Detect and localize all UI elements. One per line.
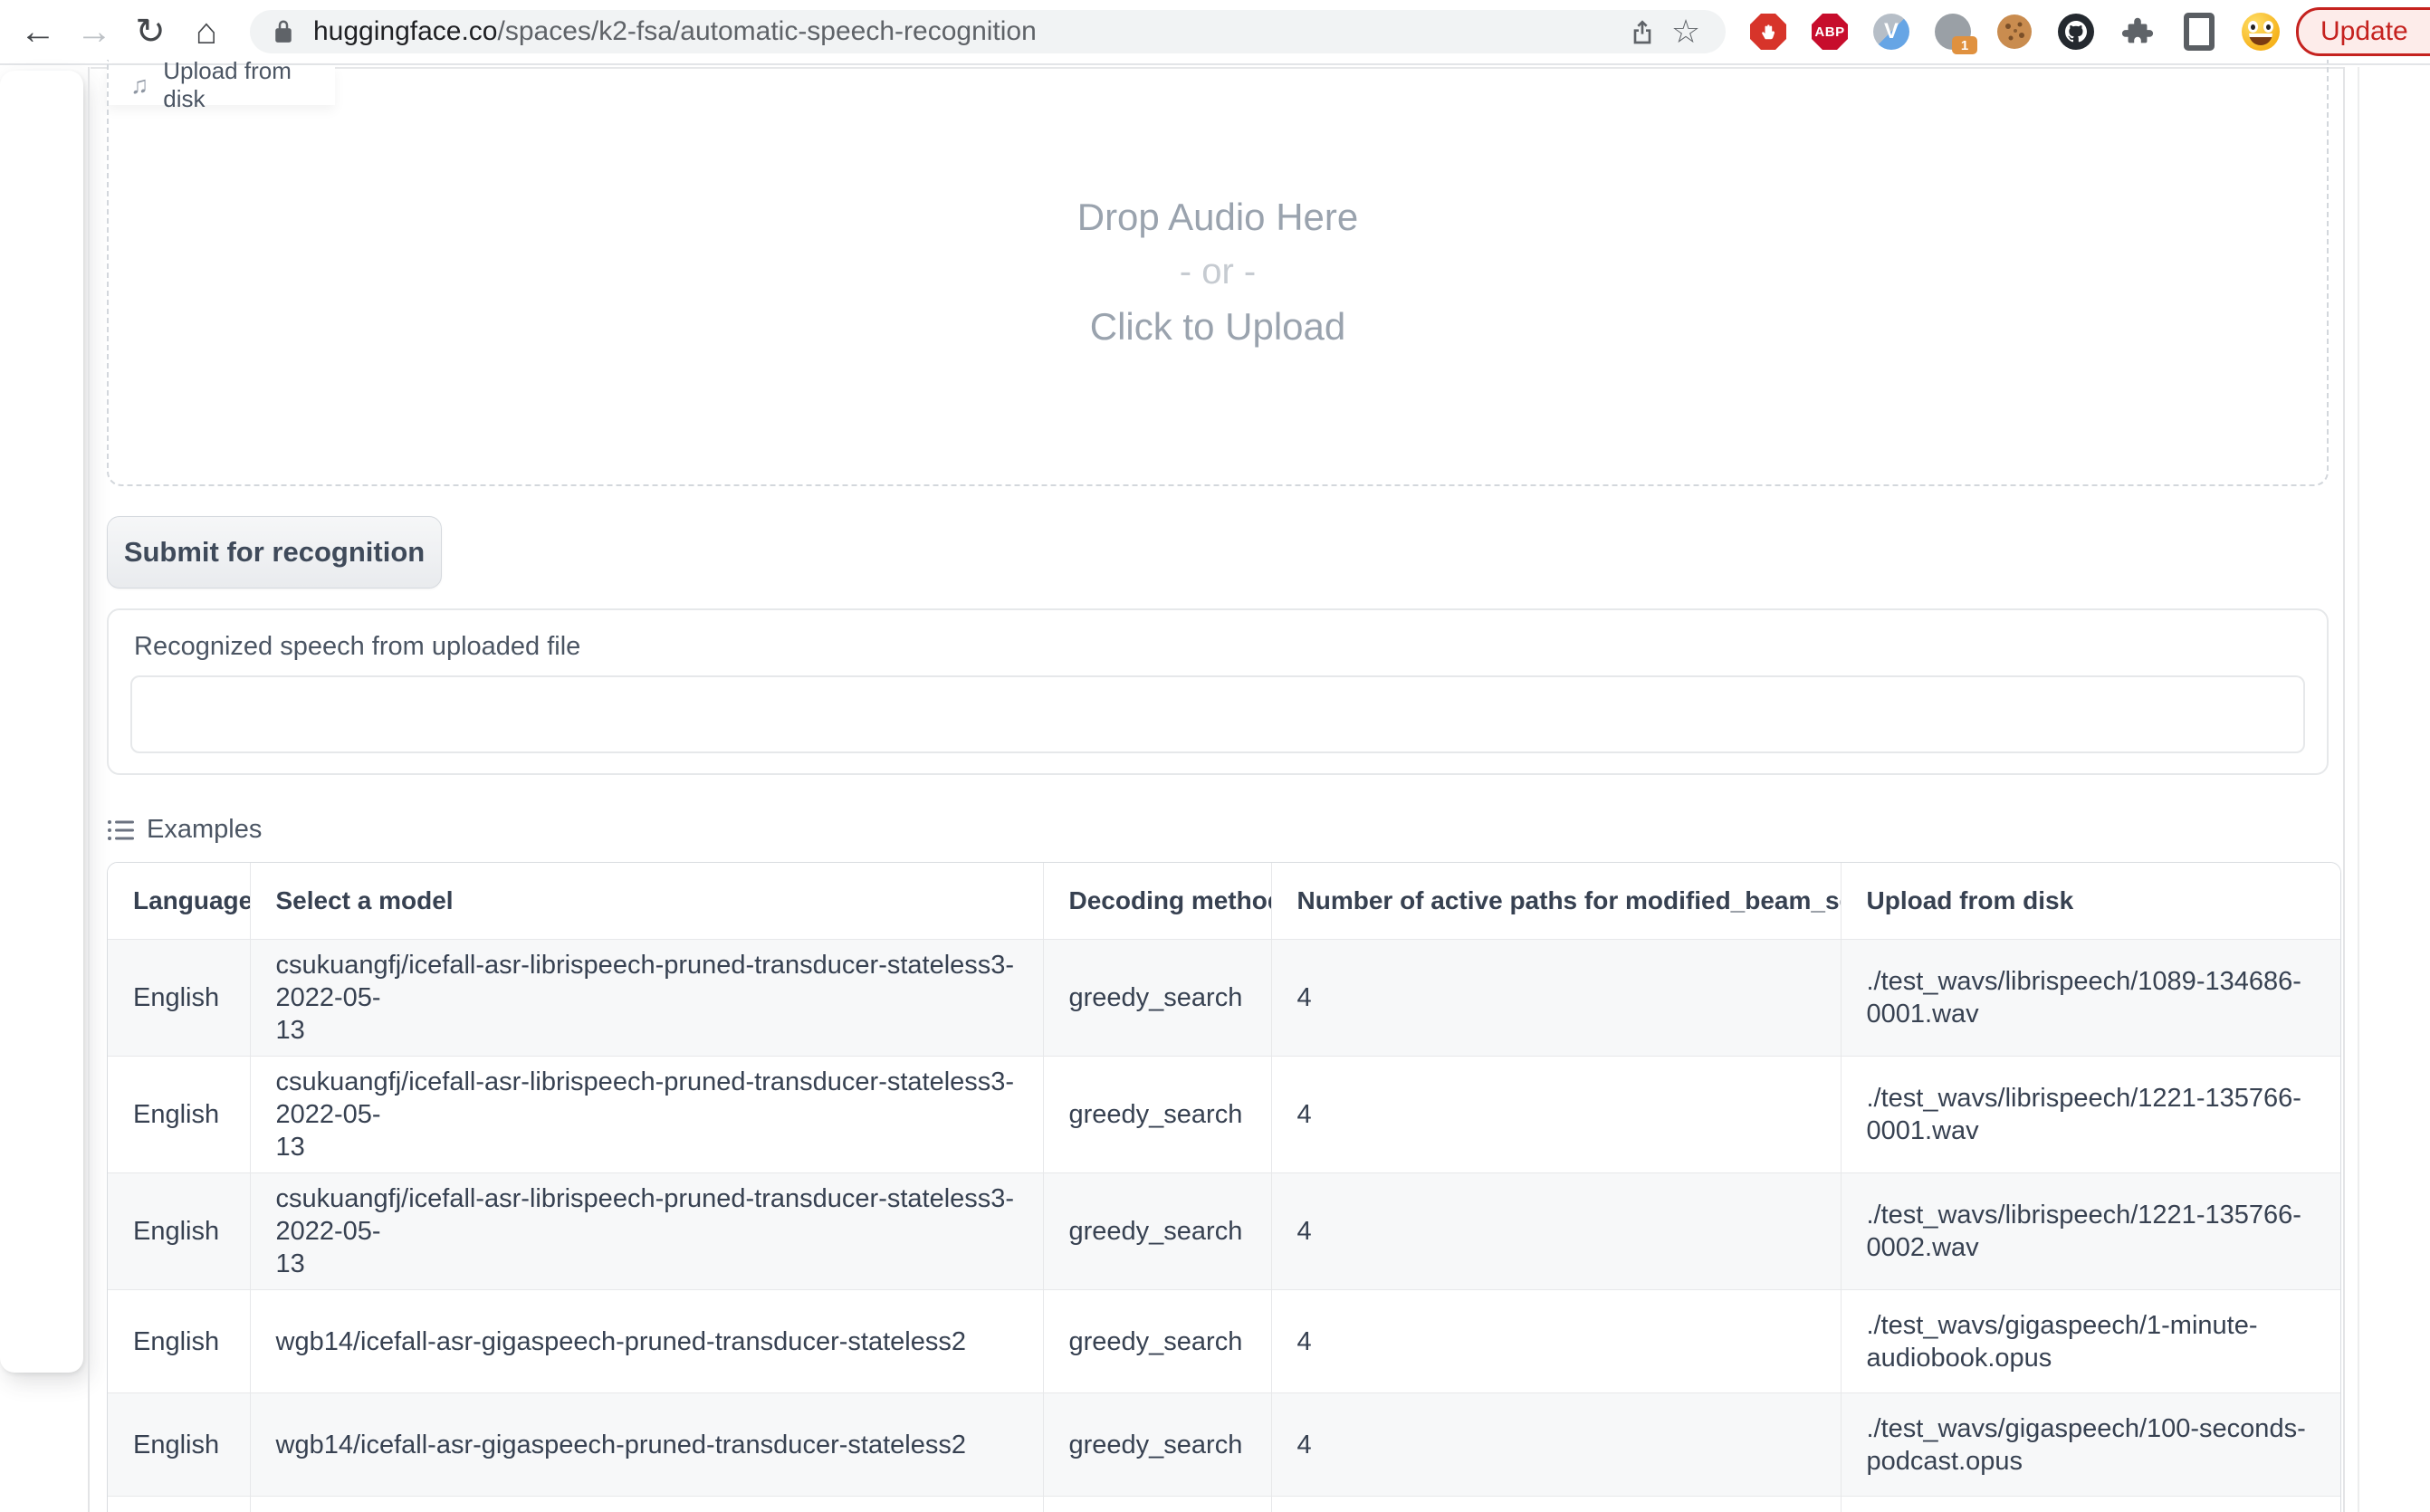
examples-header: Examples	[107, 815, 262, 845]
table-cell[interactable]: wgb14/icefall-asr-gigaspeech-pruned-tran…	[250, 1497, 1043, 1512]
reload-icon[interactable]: ↻	[127, 8, 174, 55]
table-cell[interactable]: 4	[1271, 940, 1841, 1057]
table-cell[interactable]: greedy_search	[1043, 940, 1271, 1057]
table-cell[interactable]: 4	[1271, 1290, 1841, 1393]
table-row[interactable]: Englishcsukuangfj/icefall-asr-librispeec…	[108, 940, 2340, 1057]
table-header-row: LanguageSelect a modelDecoding methodNum…	[108, 863, 2340, 940]
kebab-menu-icon[interactable]: ⋮	[2417, 17, 2430, 46]
cookie-extension-icon[interactable]	[1995, 13, 2033, 51]
extensions-row: ABP V 1	[1749, 13, 2280, 51]
url-path: /spaces/k2-fsa/automatic-speech-recognit…	[498, 16, 1037, 46]
table-cell[interactable]: English	[108, 940, 250, 1057]
content-right-border	[2343, 67, 2345, 1512]
bookmark-star-icon[interactable]: ☆	[1664, 10, 1708, 53]
vimium-label: V	[1884, 19, 1899, 44]
table-cell[interactable]: wgb14/icefall-asr-gigaspeech-pruned-tran…	[250, 1393, 1043, 1497]
home-icon[interactable]: ⌂	[183, 8, 230, 55]
audio-dropzone[interactable]: Drop Audio Here - or - Click to Upload	[107, 60, 2329, 486]
scrollbar-track	[2358, 67, 2359, 1512]
extensions-puzzle-icon[interactable]	[2119, 13, 2157, 51]
table-cell[interactable]: greedy_search	[1043, 1173, 1271, 1290]
share-icon[interactable]	[1621, 10, 1664, 53]
table-header-cell: Language	[108, 863, 250, 940]
table-header-cell: Select a model	[250, 863, 1043, 940]
content-left-border	[88, 67, 90, 1512]
table-cell[interactable]: greedy_search	[1043, 1497, 1271, 1512]
table-cell[interactable]: ./test_wavs/gigaspeech/100-seconds- yout…	[1841, 1497, 2340, 1512]
table-cell[interactable]: 4	[1271, 1173, 1841, 1290]
table-header-cell: Decoding method	[1043, 863, 1271, 940]
left-panel	[0, 71, 83, 1373]
forward-icon[interactable]: →	[71, 8, 118, 55]
table-cell[interactable]: greedy_search	[1043, 1057, 1271, 1173]
adblock-plus-extension-icon[interactable]: ABP	[1811, 13, 1849, 51]
extension-badge: 1	[1952, 36, 1977, 54]
browser-toolbar: ← → ↻ ⌂ huggingface.co/spaces/k2-fsa/aut…	[0, 0, 2430, 65]
table-cell[interactable]: csukuangfj/icefall-asr-librispeech-prune…	[250, 1057, 1043, 1173]
table-cell[interactable]: English	[108, 1173, 250, 1290]
browser-window: ← → ↻ ⌂ huggingface.co/spaces/k2-fsa/aut…	[0, 0, 2430, 1512]
url-domain: huggingface.co	[313, 16, 498, 46]
table-row[interactable]: Englishwgb14/icefall-asr-gigaspeech-prun…	[108, 1290, 2340, 1393]
table-cell[interactable]: ./test_wavs/gigaspeech/1-minute- audiobo…	[1841, 1290, 2340, 1393]
address-bar[interactable]: huggingface.co/spaces/k2-fsa/automatic-s…	[250, 10, 1726, 53]
table-cell[interactable]: csukuangfj/icefall-asr-librispeech-prune…	[250, 940, 1043, 1057]
list-icon	[107, 818, 134, 843]
notification-extension-icon[interactable]: 1	[1934, 13, 1972, 51]
abp-label: ABP	[1814, 24, 1844, 40]
examples-label: Examples	[147, 815, 262, 845]
table-cell[interactable]: English	[108, 1393, 250, 1497]
table-cell[interactable]: ./test_wavs/librispeech/1221-135766-0002…	[1841, 1173, 2340, 1290]
adblock-extension-icon[interactable]	[1749, 13, 1787, 51]
chrome-update-button[interactable]: Update ⋮	[2296, 7, 2430, 56]
table-cell[interactable]: ./test_wavs/librispeech/1221-135766-0001…	[1841, 1057, 2340, 1173]
table-row[interactable]: Englishwgb14/icefall-asr-gigaspeech-prun…	[108, 1497, 2340, 1512]
github-extension-icon[interactable]	[2057, 13, 2095, 51]
vimium-extension-icon[interactable]: V	[1872, 13, 1910, 51]
table-header-cell: Upload from disk	[1841, 863, 2340, 940]
table-header-cell: Number of active paths for modified_beam…	[1271, 863, 1841, 940]
table-row[interactable]: Englishcsukuangfj/icefall-asr-librispeec…	[108, 1173, 2340, 1290]
table-row[interactable]: Englishwgb14/icefall-asr-gigaspeech-prun…	[108, 1393, 2340, 1497]
submit-button[interactable]: Submit for recognition	[107, 516, 442, 589]
table-cell[interactable]: wgb14/icefall-asr-gigaspeech-pruned-tran…	[250, 1290, 1043, 1393]
output-textbox[interactable]	[130, 675, 2305, 753]
table-cell[interactable]: greedy_search	[1043, 1290, 1271, 1393]
table-cell[interactable]: English	[108, 1497, 250, 1512]
table-cell[interactable]: English	[108, 1290, 250, 1393]
page-content: ♫ Upload from disk Drop Audio Here - or …	[0, 67, 2430, 1512]
back-icon[interactable]: ←	[14, 8, 62, 55]
table-row[interactable]: Englishcsukuangfj/icefall-asr-librispeec…	[108, 1057, 2340, 1173]
lock-icon[interactable]	[270, 18, 297, 45]
submit-label: Submit for recognition	[124, 536, 425, 569]
table-cell[interactable]: csukuangfj/icefall-asr-librispeech-prune…	[250, 1173, 1043, 1290]
examples-table: LanguageSelect a modelDecoding methodNum…	[107, 862, 2341, 1512]
emoji-extension-icon[interactable]	[2242, 13, 2280, 51]
url-text[interactable]: huggingface.co/spaces/k2-fsa/automatic-s…	[313, 16, 1037, 47]
table-cell[interactable]: 4	[1271, 1393, 1841, 1497]
table-cell[interactable]: English	[108, 1057, 250, 1173]
output-label: Recognized speech from uploaded file	[134, 632, 580, 662]
update-label: Update	[2320, 16, 2408, 47]
table-cell[interactable]: ./test_wavs/gigaspeech/100-seconds- podc…	[1841, 1393, 2340, 1497]
table-cell[interactable]: 4	[1271, 1497, 1841, 1512]
dropzone-line2: - or -	[1180, 252, 1256, 292]
output-card: Recognized speech from uploaded file	[107, 608, 2329, 775]
table-cell[interactable]: 4	[1271, 1057, 1841, 1173]
table-cell[interactable]: ./test_wavs/librispeech/1089-134686-0001…	[1841, 940, 2340, 1057]
dropzone-line1: Drop Audio Here	[1077, 196, 1359, 239]
table-cell[interactable]: greedy_search	[1043, 1393, 1271, 1497]
dropzone-line3: Click to Upload	[1090, 305, 1345, 349]
sidepanel-extension-icon[interactable]	[2180, 13, 2218, 51]
